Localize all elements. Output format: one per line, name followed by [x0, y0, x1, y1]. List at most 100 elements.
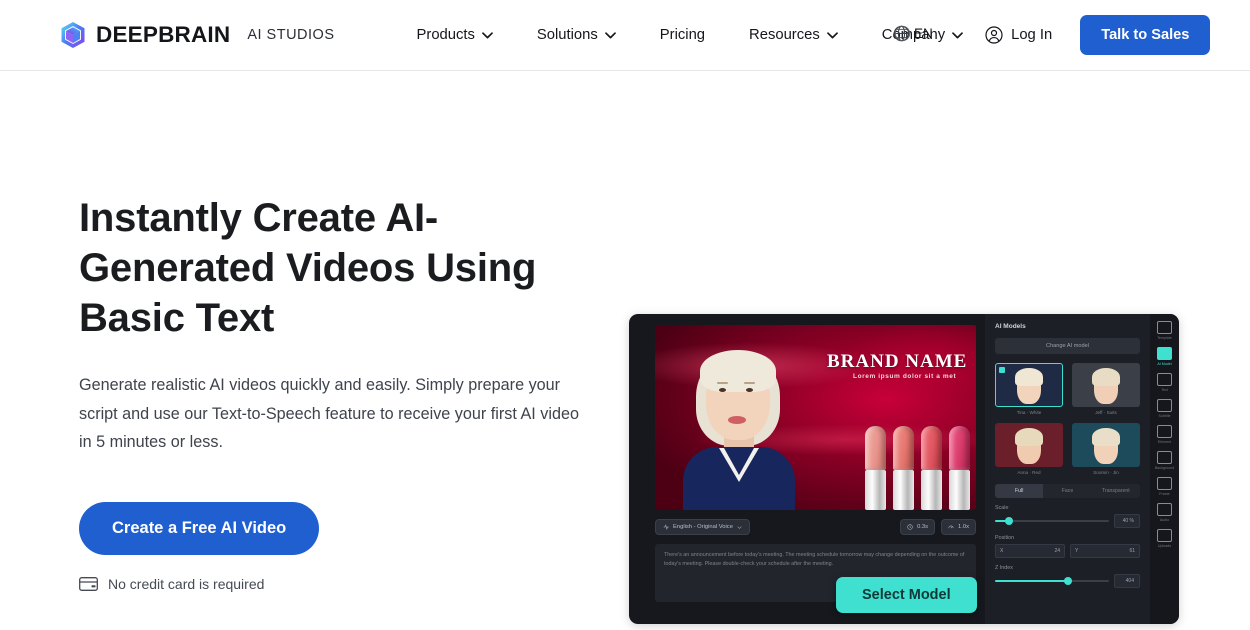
position-y-input[interactable]: Y 61	[1070, 544, 1140, 558]
presenter-avatar	[663, 332, 813, 510]
video-stage: BRAND NAME Lorem ipsum dolor sit a met	[655, 325, 976, 510]
select-model-button[interactable]: Select Model	[836, 577, 977, 613]
nav-item-solutions[interactable]: Solutions	[515, 19, 638, 51]
uploads-icon	[1157, 529, 1172, 542]
rail-item-element[interactable]: Element	[1153, 425, 1177, 444]
rail-label: AI Model	[1157, 362, 1172, 366]
create-free-ai-video-button[interactable]: Create a Free AI Video	[79, 501, 320, 555]
position-y-axis-label: Y	[1075, 548, 1079, 554]
lipstick-item	[949, 426, 970, 510]
chevron-down-icon	[482, 31, 493, 38]
text-icon	[1157, 373, 1172, 386]
voice-selector-pill[interactable]: English - Original Voice	[655, 519, 750, 535]
gauge-icon	[948, 525, 954, 529]
rail-item-audio[interactable]: Audio	[1153, 503, 1177, 522]
nav-item-pricing[interactable]: Pricing	[638, 19, 727, 51]
credit-card-icon	[79, 576, 98, 591]
login-label: Log In	[1011, 27, 1053, 43]
cube-logo-icon	[61, 22, 85, 48]
rail-label: Subtitle	[1158, 414, 1171, 418]
model-label: Jeff · Suits	[1095, 410, 1117, 415]
nav-label-solutions: Solutions	[536, 27, 598, 43]
element-icon	[1157, 425, 1172, 438]
rail-item-subtitle[interactable]: Subtitle	[1153, 399, 1177, 418]
rail-label: Background	[1154, 466, 1175, 470]
model-card[interactable]: Tina · White	[995, 363, 1063, 415]
background-icon	[1157, 451, 1172, 464]
frame-icon	[1157, 477, 1172, 490]
lipstick-group	[865, 426, 970, 510]
login-button[interactable]: Log In	[985, 26, 1052, 44]
rail-item-ai-model[interactable]: AI Model	[1153, 347, 1177, 366]
chevron-down-icon	[737, 525, 742, 529]
position-x-value: 24	[1054, 548, 1060, 554]
zindex-label: Z Index	[995, 565, 1013, 571]
position-y-value: 61	[1129, 548, 1135, 554]
brand-logo-link[interactable]: DEEPBRAIN AI STUDIOS	[60, 21, 335, 49]
hero-subtitle: Generate realistic AI videos quickly and…	[79, 376, 579, 451]
position-inputs: X 24 Y 61	[995, 544, 1140, 558]
tab-face[interactable]: Face	[1043, 484, 1091, 498]
zindex-slider-row: 404	[995, 574, 1140, 588]
rail-label: Audio	[1159, 518, 1170, 522]
rail-label: Template	[1157, 336, 1172, 340]
nav-item-resources[interactable]: Resources	[727, 19, 860, 51]
model-label: Soomin · Jin	[1093, 470, 1119, 475]
user-circle-icon	[985, 26, 1003, 44]
panel-title: AI Models	[995, 323, 1026, 330]
rail-item-frame[interactable]: Frame	[1153, 477, 1177, 496]
rail-item-text[interactable]: Text	[1153, 373, 1177, 392]
audio-icon	[1157, 503, 1172, 516]
language-label: EN	[914, 26, 933, 41]
rail-label: Element	[1157, 440, 1172, 444]
model-label: Tina · White	[1016, 410, 1042, 415]
scale-slider[interactable]	[995, 517, 1109, 525]
stage-brand-title: BRAND NAME	[827, 351, 968, 372]
position-x-axis-label: X	[1000, 548, 1004, 554]
model-grid: Tina · White Jeff · Suits Anna · Red Soo…	[995, 363, 1140, 475]
zindex-slider[interactable]	[995, 577, 1109, 585]
page-title: Instantly Create AI-Generated Videos Usi…	[79, 196, 537, 340]
tab-transparent[interactable]: Transparent	[1092, 484, 1140, 498]
stage-toolbar: English - Original Voice 0.3s 1.0x	[655, 516, 976, 538]
template-icon	[1157, 321, 1172, 334]
scale-slider-row: 40 %	[995, 514, 1140, 528]
header-actions: Log In Talk to Sales	[985, 15, 1211, 55]
nav-label-products: Products	[416, 27, 475, 43]
rail-item-uploads[interactable]: Uploads	[1153, 529, 1177, 548]
model-card[interactable]: Soomin · Jin	[1072, 423, 1140, 475]
chevron-down-icon	[604, 31, 616, 38]
stage-brand-tagline: Lorem ipsum dolor sit a met	[853, 373, 957, 380]
selected-indicator-icon	[999, 367, 1005, 373]
voice-selector-label: English - Original Voice	[673, 524, 733, 530]
duration-pill[interactable]: 0.3s	[900, 519, 936, 535]
model-card[interactable]: Jeff · Suits	[1072, 363, 1140, 415]
talk-to-sales-button[interactable]: Talk to Sales	[1080, 15, 1211, 55]
subtitle-icon	[1157, 399, 1172, 412]
brand-name-text: DEEPBRAIN	[96, 22, 231, 47]
position-x-input[interactable]: X 24	[995, 544, 1065, 558]
chevron-down-icon	[952, 31, 963, 38]
nav-label-resources: Resources	[749, 27, 820, 43]
duration-label: 0.3s	[917, 524, 929, 530]
zindex-value[interactable]: 404	[1114, 574, 1140, 588]
tab-full[interactable]: Full	[995, 484, 1044, 498]
speed-pill[interactable]: 1.0x	[941, 519, 976, 535]
sound-wave-icon	[663, 524, 669, 530]
model-card[interactable]: Anna · Red	[995, 423, 1063, 475]
rail-item-background[interactable]: Background	[1153, 451, 1177, 470]
speed-label: 1.0x	[958, 524, 969, 530]
nav-item-products[interactable]: Products	[395, 19, 515, 51]
no-credit-card-note: No credit card is required	[79, 576, 599, 592]
model-label: Anna · Red	[1017, 470, 1041, 475]
lipstick-item	[865, 426, 886, 510]
hero-section: Instantly Create AI-Generated Videos Usi…	[0, 71, 1250, 630]
scale-value[interactable]: 40 %	[1114, 514, 1140, 528]
rail-item-template[interactable]: Template	[1153, 321, 1177, 340]
rail-label: Frame	[1159, 492, 1170, 496]
ai-models-panel: AI Models Change AI model Tina · White J…	[985, 314, 1150, 624]
lipstick-item	[921, 426, 942, 510]
change-ai-model-button[interactable]: Change AI model	[995, 338, 1140, 354]
editor-icon-rail: Template AI Model Text Subtitle Element …	[1150, 314, 1179, 624]
language-selector[interactable]: EN	[893, 25, 933, 42]
